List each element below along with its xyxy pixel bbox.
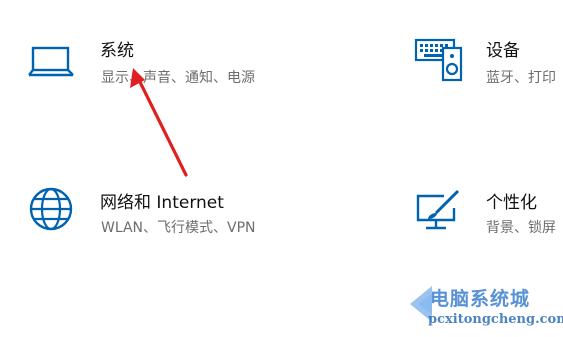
globe-icon [29,187,73,231]
watermark-logo-icon [410,286,432,322]
watermark: 电脑系统城 pcxitongcheng.com [408,270,563,337]
tile-title: 设备 [486,41,520,61]
settings-tile-network[interactable]: 网络和 Internet WLAN、飞行模式、VPN [0,172,320,252]
watermark-url: pcxitongcheng.com [428,312,563,327]
tile-description: WLAN、飞行模式、VPN [101,220,256,236]
watermark-site-name: 电脑系统城 [430,288,531,310]
paintbrush-screen-icon [416,189,460,230]
tile-description: 背景、锁屏 [486,220,556,236]
tile-description: 蓝牙、打印 [486,70,556,86]
tile-title: 个性化 [486,193,537,213]
settings-tile-system[interactable]: 系统 显示、声音、通知、电源 [0,20,300,100]
keyboard-device-icon [414,38,463,82]
tile-title: 网络和 Internet [100,193,224,213]
tile-title: 系统 [100,41,134,61]
settings-tile-personalization[interactable]: 个性化 背景、锁屏 [400,172,563,252]
tile-description: 显示、声音、通知、电源 [101,70,255,86]
settings-tile-devices[interactable]: 设备 蓝牙、打印 [400,20,563,100]
laptop-icon [28,46,74,77]
